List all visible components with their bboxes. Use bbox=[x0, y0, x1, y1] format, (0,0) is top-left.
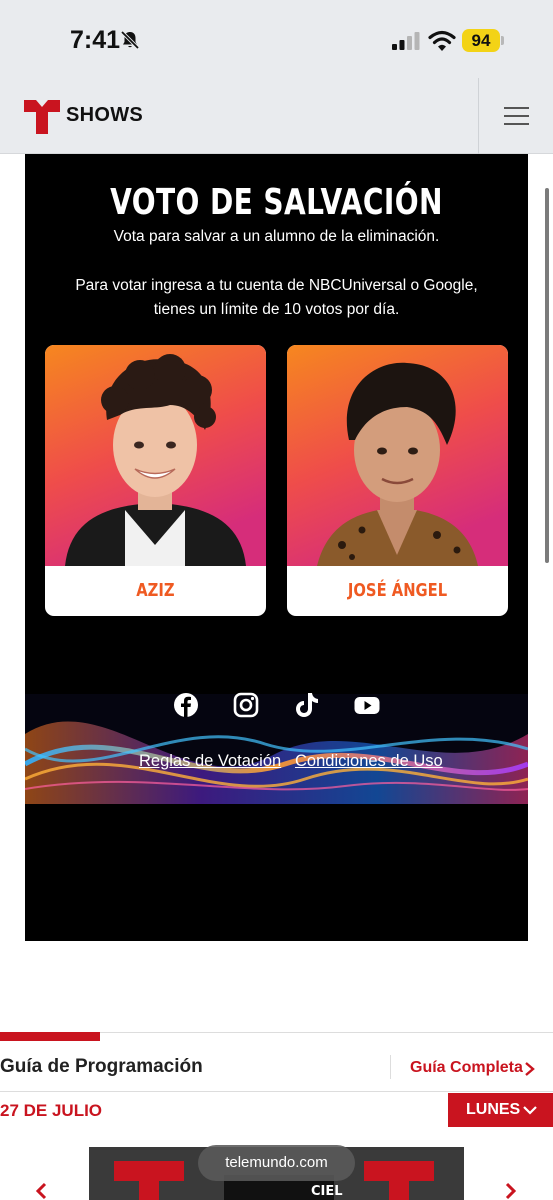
battery-tip bbox=[501, 36, 504, 45]
silent-bell-icon bbox=[120, 30, 140, 50]
chevron-left-icon[interactable] bbox=[30, 1180, 52, 1200]
day-selector[interactable]: LUNES bbox=[448, 1093, 553, 1127]
instagram-icon[interactable] bbox=[231, 690, 261, 720]
hamburger-icon bbox=[504, 107, 529, 109]
vote-instructions: Para votar ingresa a tu cuenta de NBCUni… bbox=[75, 277, 478, 318]
voting-rules-link[interactable]: Reglas de Votación bbox=[139, 752, 281, 771]
battery-indicator: 94 bbox=[462, 29, 500, 52]
svg-text:CIEL: CIEL bbox=[311, 1184, 343, 1199]
chevron-right-icon[interactable] bbox=[522, 1061, 536, 1077]
cellular-signal-icon bbox=[392, 32, 420, 50]
status-time: 7:41 bbox=[70, 26, 121, 54]
shows-brand[interactable]: SHOWS bbox=[66, 104, 143, 127]
status-bar: 7:41 94 bbox=[0, 0, 553, 78]
candidate-photo-jose-angel bbox=[287, 345, 508, 566]
guide-divider-mid bbox=[0, 1091, 553, 1092]
candidate-name-aziz: AZIZ bbox=[136, 580, 175, 601]
vote-subtitle: Vota para salvar a un alumno de la elimi… bbox=[113, 228, 440, 245]
vote-footer-links: Reglas de Votación Condiciones de Uso bbox=[25, 752, 528, 776]
terms-of-use-link[interactable]: Condiciones de Uso bbox=[295, 752, 443, 771]
candidate-name-jose-angel: JOSÉ ÁNGEL bbox=[347, 580, 448, 601]
scrollbar[interactable] bbox=[545, 188, 549, 563]
facebook-icon[interactable] bbox=[171, 690, 201, 720]
menu-button[interactable] bbox=[479, 78, 553, 154]
guide-accent-bar bbox=[0, 1032, 100, 1041]
chevron-down-icon bbox=[523, 1106, 537, 1115]
full-guide-link[interactable]: Guía Completa bbox=[410, 1059, 523, 1077]
guide-date: 27 DE JULIO bbox=[0, 1101, 103, 1120]
day-selector-label: LUNES bbox=[466, 1101, 521, 1118]
candidate-card-aziz[interactable]: AZIZ bbox=[45, 345, 266, 616]
vote-panel: VOTO DE SALVACIÓN Vota para salvar a un … bbox=[25, 154, 528, 941]
browser-url-pill[interactable]: telemundo.com bbox=[198, 1145, 355, 1181]
social-links bbox=[25, 690, 528, 724]
guide-title: Guía de Programación bbox=[0, 1056, 203, 1077]
candidate-photo-aziz bbox=[45, 345, 266, 566]
guide-separator bbox=[390, 1055, 391, 1079]
youtube-icon[interactable] bbox=[352, 690, 382, 720]
vote-title: VOTO DE SALVACIÓN bbox=[110, 182, 443, 223]
telemundo-logo[interactable] bbox=[24, 98, 60, 134]
candidate-card-jose-angel[interactable]: JOSÉ ÁNGEL bbox=[287, 345, 508, 616]
wifi-icon bbox=[428, 30, 456, 51]
tiktok-icon[interactable] bbox=[292, 690, 322, 720]
chevron-right-carousel-icon[interactable] bbox=[500, 1180, 522, 1200]
site-header: SHOWS bbox=[0, 78, 553, 154]
